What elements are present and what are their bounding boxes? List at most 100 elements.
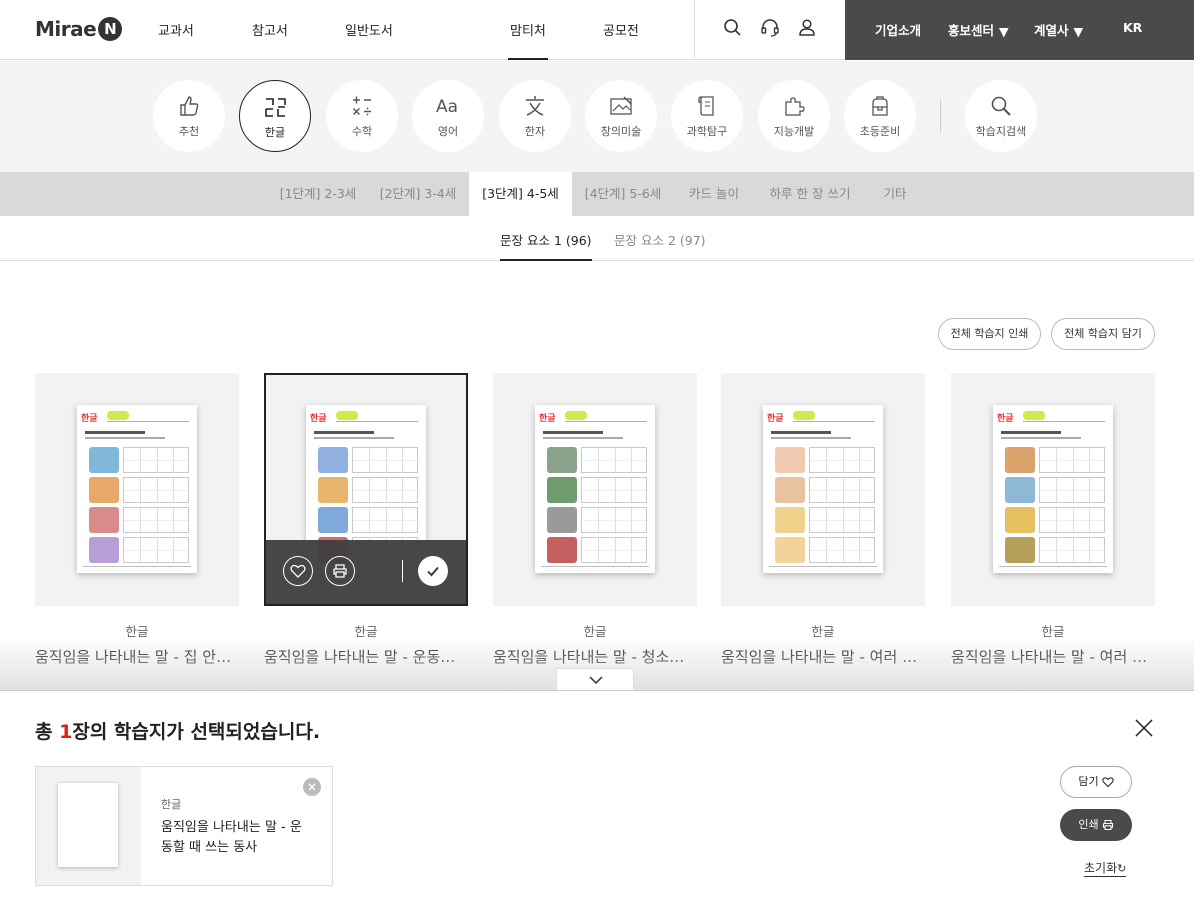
writing-grid: [123, 477, 189, 503]
worksheet-card[interactable]: 한글 한글 움직임을 나타내는 말 - 여러 가지 동사: [721, 373, 925, 666]
level-tabs: [1단계] 2-3세 [2단계] 3-4세 [3단계] 4-5세 [4단계] 5…: [0, 172, 1194, 216]
nav-mom-teacher[interactable]: 맘티처: [508, 20, 548, 60]
category-worksheet-search[interactable]: 학습지검색: [965, 80, 1037, 152]
printer-icon: [333, 564, 347, 578]
corp-link-pr-label: 홍보센터: [948, 23, 995, 38]
card-hover-overlay: [266, 540, 466, 604]
worksheet-card[interactable]: 한글 한글 움직임을 나타내는 말 - 여러 가지 동사: [951, 373, 1155, 666]
language-selector[interactable]: KR: [1123, 20, 1142, 35]
tab-daily-writing[interactable]: 하루 한 장 쓰기: [760, 172, 860, 216]
user-icon[interactable]: [796, 17, 818, 39]
category-school-prep[interactable]: 초등준비: [844, 80, 916, 152]
corp-link-pr[interactable]: 홍보센터 ▼: [948, 20, 1009, 39]
sheet-row: [543, 447, 647, 474]
sheet-badge: [1023, 411, 1045, 420]
mirae-n-logo[interactable]: Mirae N: [35, 16, 123, 42]
tab-level-4[interactable]: [4단계] 5-6세: [578, 172, 668, 216]
writing-grid: [1039, 537, 1105, 563]
logo-text: Mirae: [35, 17, 97, 41]
search-icon[interactable]: [722, 17, 744, 39]
sheet-row: [314, 447, 418, 474]
sheet-row: [85, 477, 189, 504]
sheet-footer: [83, 566, 191, 567]
card-title[interactable]: 움직임을 나타내는 말 - 운동할 때 쓰는 동사: [264, 646, 468, 667]
corp-link-affiliates[interactable]: 계열사 ▼: [1034, 20, 1083, 39]
selected-category: 한글: [161, 798, 182, 811]
hangul-icon: [265, 98, 286, 117]
save-all-button[interactable]: 전체 학습지 담기: [1051, 318, 1155, 350]
worksheet-thumbnail[interactable]: 한글: [951, 373, 1155, 606]
tab-etc[interactable]: 기타: [872, 172, 918, 216]
tab-level-1[interactable]: [1단계] 2-3세: [273, 172, 363, 216]
category-math[interactable]: 수학: [326, 80, 398, 152]
card-title[interactable]: 움직임을 나타내는 말 - 집 안에서 하는 동사: [35, 646, 239, 667]
tab-card-play[interactable]: 카드 놀이: [678, 172, 750, 216]
tab-sentence-element-1[interactable]: 문장 요소 1 (96): [500, 230, 592, 261]
worksheet-thumbnail[interactable]: 한글: [721, 373, 925, 606]
card-category: 한글: [811, 624, 835, 639]
worksheet-card-selected[interactable]: 한글 한글 움직임을 나타내는 말 - 운동할: [264, 373, 468, 666]
sheet-rule: [107, 421, 189, 422]
category-hangul[interactable]: 한글: [239, 80, 311, 152]
sheet-subtitle-line: [314, 437, 394, 439]
printer-icon: [1102, 819, 1113, 831]
print-all-button[interactable]: 전체 학습지 인쇄: [938, 318, 1041, 350]
tab-level-3[interactable]: [3단계] 4-5세: [469, 172, 572, 216]
sheet-tag: 한글: [81, 414, 98, 424]
wishlist-button[interactable]: [283, 556, 313, 586]
close-icon: [308, 783, 316, 791]
print-button[interactable]: [325, 556, 355, 586]
nav-reference[interactable]: 참고서: [252, 20, 288, 39]
nav-textbook[interactable]: 교과서: [158, 20, 194, 39]
illustration: [1005, 477, 1035, 503]
tab-sentence-element-2[interactable]: 문장 요소 2 (97): [614, 230, 706, 249]
worksheet-preview: 한글: [993, 405, 1113, 573]
category-english[interactable]: Aa 영어: [412, 80, 484, 152]
sheet-row: [543, 537, 647, 564]
illustration: [89, 477, 119, 503]
hanja-icon: [526, 96, 544, 116]
nav-contest[interactable]: 공모전: [603, 20, 639, 39]
category-hanja[interactable]: 한자: [499, 80, 571, 152]
card-title[interactable]: 움직임을 나타내는 말 - 여러 가지 동사: [951, 646, 1155, 667]
card-title[interactable]: 움직임을 나타내는 말 - 여러 가지 동사: [721, 646, 925, 667]
tab-level-2[interactable]: [2단계] 3-4세: [373, 172, 463, 216]
close-icon[interactable]: [1134, 718, 1154, 738]
headset-icon[interactable]: [759, 17, 781, 39]
nav-general-books[interactable]: 일반도서: [345, 20, 393, 39]
sheet-row: [771, 477, 875, 504]
sheet-subtitle-line: [1001, 437, 1081, 439]
worksheet-card[interactable]: 한글 한글 움직임을 나타내는 말 - 집 안에서 하는 동사: [35, 373, 239, 666]
writing-grid: [809, 447, 875, 473]
category-divider: [940, 99, 941, 133]
save-selected-button[interactable]: 담기: [1060, 766, 1132, 798]
heart-icon: [290, 564, 306, 578]
selection-msg-suffix: 장의 학습지가 선택되었습니다.: [72, 721, 321, 743]
worksheet-card[interactable]: 한글 한글 움직임을 나타내는 말 - 청소할 때 쓰는 동사: [493, 373, 697, 666]
sheet-row: [543, 507, 647, 534]
print-selected-button[interactable]: 인쇄: [1060, 809, 1132, 841]
card-category: 한글: [1041, 624, 1065, 639]
heart-icon: [1101, 777, 1114, 788]
remove-selected-button[interactable]: [303, 778, 321, 796]
worksheet-thumbnail[interactable]: 한글: [493, 373, 697, 606]
category-creative-art[interactable]: 창의미술: [585, 80, 657, 152]
card-title[interactable]: 움직임을 나타내는 말 - 청소할 때 쓰는 동사: [493, 646, 697, 667]
worksheet-thumbnail[interactable]: 한글: [264, 373, 468, 606]
corp-link-about[interactable]: 기업소개: [875, 20, 921, 39]
sheet-rule: [1023, 421, 1105, 422]
writing-grid: [581, 447, 647, 473]
sheet-row: [1001, 537, 1105, 564]
collapse-panel-button[interactable]: [556, 668, 634, 690]
category-label: 한자: [524, 125, 546, 138]
sheet-row: [1001, 477, 1105, 504]
reset-button[interactable]: 초기화↻: [1084, 861, 1127, 877]
illustration: [547, 537, 577, 563]
category-intelligence[interactable]: 지능개발: [758, 80, 830, 152]
category-recommend[interactable]: 추천: [153, 80, 225, 152]
worksheet-thumbnail[interactable]: 한글: [35, 373, 239, 606]
category-science[interactable]: 과학탐구: [671, 80, 743, 152]
select-checkbox[interactable]: [418, 556, 448, 586]
sheet-row: [314, 507, 418, 534]
writing-grid: [123, 537, 189, 563]
